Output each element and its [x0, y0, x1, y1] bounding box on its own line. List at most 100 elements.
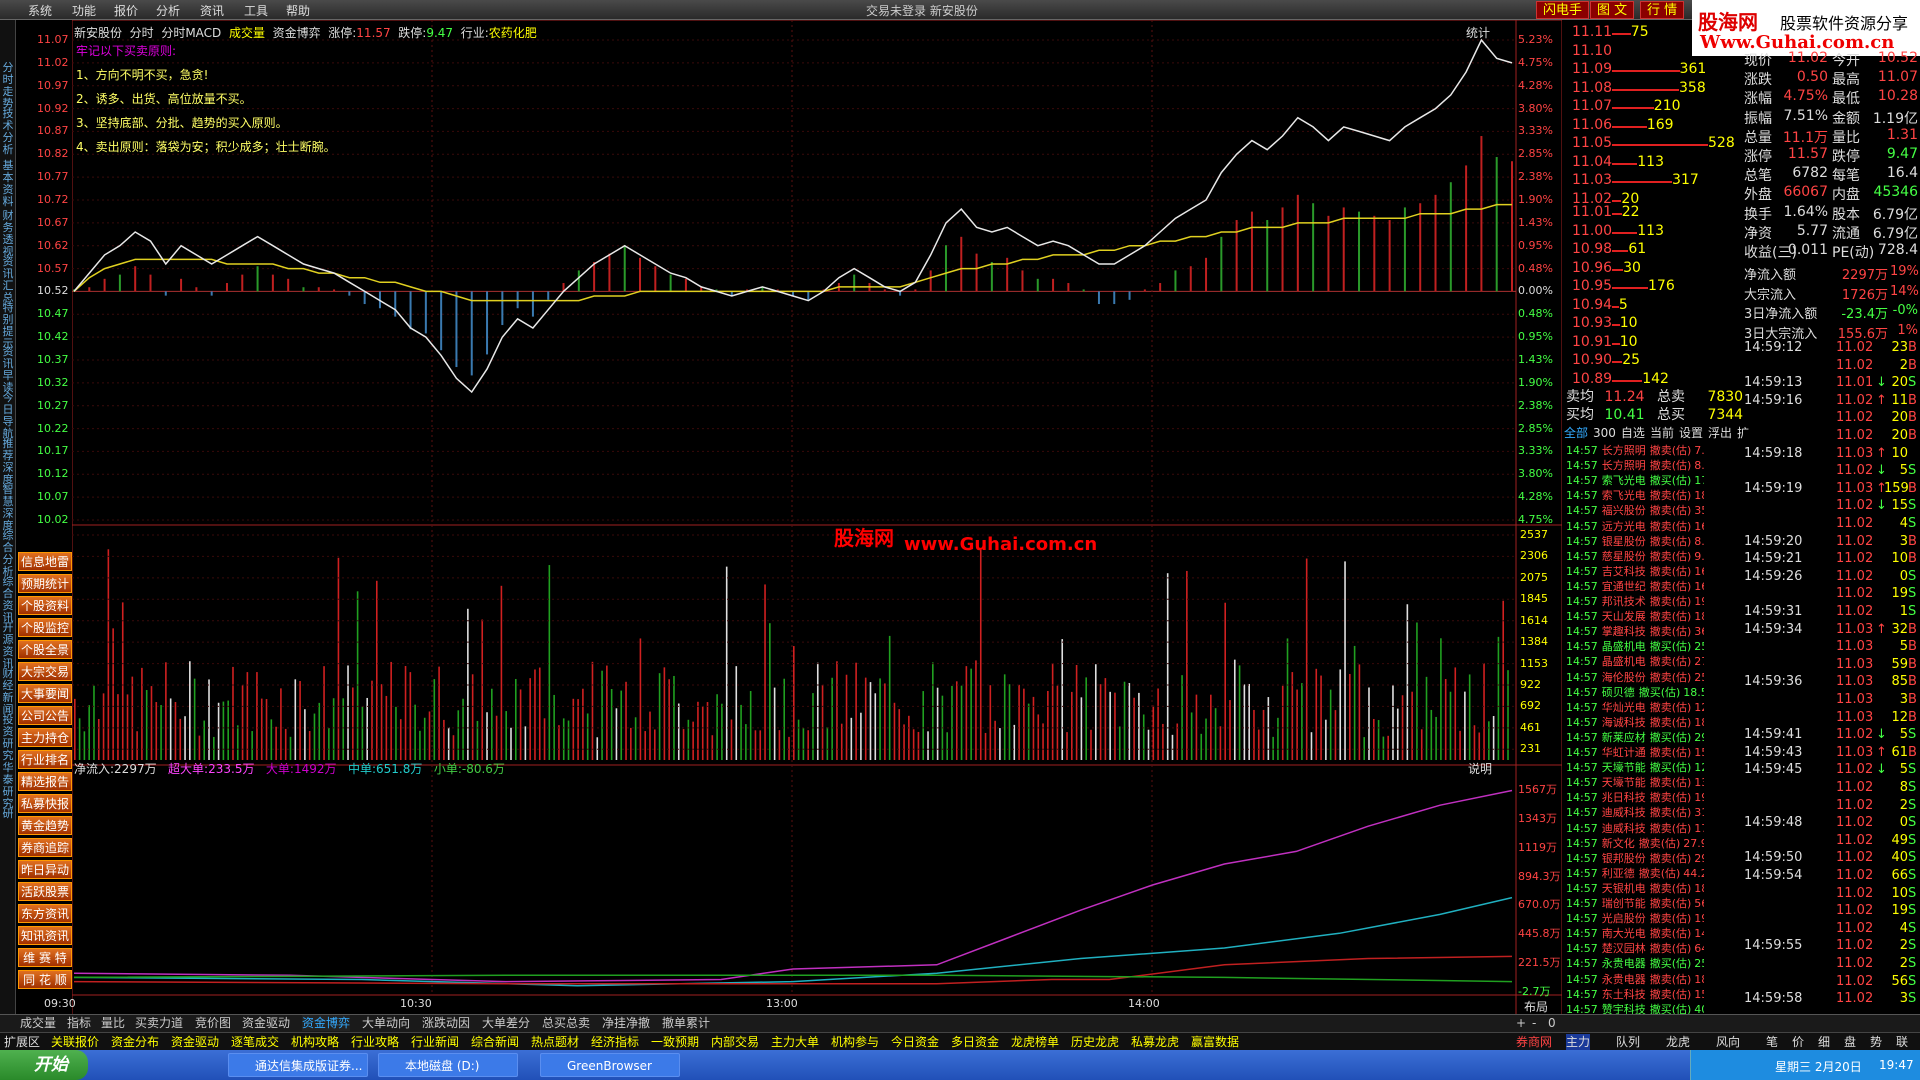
- right-panel-tab[interactable]: 笔: [1766, 1034, 1778, 1050]
- orderbook-row-sell[interactable]: 11.05 528: [1568, 135, 1735, 153]
- monitor-row[interactable]: 14:57晶盛机电撤买(估)25.58: [1566, 638, 1704, 654]
- zoom-button[interactable]: -: [1532, 1015, 1536, 1031]
- monitor-row[interactable]: 14:57慈星股份撤卖(估)9.010: [1566, 548, 1704, 564]
- orderbook-row-buy[interactable]: 11.00 113: [1568, 223, 1688, 241]
- monitor-row[interactable]: 14:57福兴股份撤卖(估)35.13: [1566, 502, 1704, 518]
- monitor-row[interactable]: 14:57永贵电器撤卖(估)18.04: [1566, 971, 1704, 987]
- extension-tab[interactable]: 行业攻略: [351, 1034, 399, 1050]
- left-side-button[interactable]: 主力持仓: [18, 728, 72, 747]
- monitor-row[interactable]: 14:57远方光电撤卖(估)16.37: [1566, 518, 1704, 534]
- orderbook-row-buy[interactable]: 10.93 10: [1568, 315, 1688, 333]
- orderbook-row-sell[interactable]: 11.03 317: [1568, 172, 1699, 190]
- left-tab[interactable]: 资讯汇总: [0, 256, 16, 304]
- extension-tab[interactable]: 资金驱动: [171, 1034, 219, 1050]
- left-side-button[interactable]: 同 花 顺: [18, 970, 72, 989]
- extension-tab[interactable]: 主力大单: [771, 1034, 819, 1050]
- industry-value[interactable]: 农药化肥: [489, 26, 537, 40]
- monitor-row[interactable]: 14:57掌趣科技撤卖(估)36.23: [1566, 623, 1704, 639]
- monitor-row[interactable]: 14:57南大光电撤卖(估)14.30: [1566, 925, 1704, 941]
- left-side-button[interactable]: 黄金趋势: [18, 816, 72, 835]
- extension-tab[interactable]: 关联报价: [51, 1034, 99, 1050]
- extension-tab[interactable]: 行业新闻: [411, 1034, 459, 1050]
- left-tab[interactable]: 财经新闻: [0, 668, 16, 716]
- indicator-tab[interactable]: 资金博弈: [302, 1015, 351, 1031]
- tab-fenshi-macd[interactable]: 分时MACD: [161, 26, 221, 40]
- left-tab[interactable]: 推荐深度: [0, 438, 16, 486]
- left-side-button[interactable]: 昨日异动: [18, 860, 72, 879]
- menu-quote[interactable]: 报价: [114, 2, 138, 19]
- menu-function[interactable]: 功能: [72, 2, 96, 19]
- left-tab[interactable]: 财务透视: [0, 210, 16, 258]
- left-tab[interactable]: 分时走势: [0, 62, 16, 110]
- monitor-tab[interactable]: 扩: [1737, 426, 1749, 440]
- market-button[interactable]: 行 情: [1640, 1, 1685, 19]
- orderbook-row-sell[interactable]: 11.10: [1568, 43, 1688, 61]
- monitor-row[interactable]: 14:57索飞光电撤买(估)17.97: [1566, 472, 1704, 488]
- menu-analysis[interactable]: 分析: [156, 2, 180, 19]
- stat-button[interactable]: 统计: [1466, 24, 1490, 41]
- extension-tab[interactable]: 今日资金: [891, 1034, 939, 1050]
- monitor-row[interactable]: 14:57天壕节能撤买(估)12.31: [1566, 759, 1704, 775]
- left-side-button[interactable]: 知讯资讯: [18, 926, 72, 945]
- left-side-button[interactable]: 私募快报: [18, 794, 72, 813]
- monitor-row[interactable]: 14:57新莱应材撤买(估)29.30: [1566, 729, 1704, 745]
- monitor-row[interactable]: 14:57晶盛机电撤卖(估)27.14: [1566, 653, 1704, 669]
- monitor-tab[interactable]: 自选: [1621, 426, 1645, 440]
- left-tab[interactable]: 特别提示: [0, 302, 16, 350]
- orderbook-row-sell[interactable]: 11.09 361: [1568, 61, 1706, 79]
- monitor-row[interactable]: 14:57硕贝德撤买(估)18.57: [1566, 684, 1704, 700]
- extension-tab[interactable]: 内部交易: [711, 1034, 759, 1050]
- monitor-tab[interactable]: 浮出: [1708, 426, 1732, 440]
- indicator-tab[interactable]: 净挂净撤: [602, 1015, 650, 1031]
- monitor-row[interactable]: 14:57天壕节能撤卖(估)13.00: [1566, 774, 1704, 790]
- left-side-button[interactable]: 大事要闻: [18, 684, 72, 703]
- left-tab[interactable]: 资讯早读: [0, 346, 16, 394]
- indicator-tab[interactable]: 成交量: [20, 1015, 56, 1031]
- extension-tab[interactable]: 经济指标: [591, 1034, 639, 1050]
- right-panel-tab[interactable]: 龙虎: [1666, 1034, 1690, 1050]
- monitor-row[interactable]: 14:57东土科技撤卖(估)15.10: [1566, 986, 1704, 1002]
- monitor-tab[interactable]: 全部: [1564, 426, 1588, 440]
- extension-tab[interactable]: 一致预期: [651, 1034, 699, 1050]
- indicator-tab[interactable]: 量比: [101, 1015, 125, 1031]
- left-tab[interactable]: 投资研究: [0, 714, 16, 762]
- orderbook-row-buy[interactable]: 10.95 176: [1568, 278, 1688, 296]
- monitor-row[interactable]: 14:57长方照明撤卖(估)7.778: [1566, 442, 1704, 458]
- flash-trade-button[interactable]: 闪电手: [1536, 1, 1590, 19]
- menu-info[interactable]: 资讯: [200, 2, 224, 19]
- tab-fenshi[interactable]: 分时: [130, 26, 154, 40]
- menu-system[interactable]: 系统: [28, 2, 52, 19]
- monitor-row[interactable]: 14:57天山发展撤卖(估)18.17: [1566, 608, 1704, 624]
- left-side-button[interactable]: 个股全景: [18, 640, 72, 659]
- monitor-tab[interactable]: 当前: [1650, 426, 1674, 440]
- monitor-row[interactable]: 14:57邦讯技术撤卖(估)19.99: [1566, 593, 1704, 609]
- left-side-button[interactable]: 信息地雷: [18, 552, 72, 571]
- orderbook-row-sell[interactable]: 11.07 210: [1568, 98, 1688, 116]
- menu-help[interactable]: 帮助: [286, 2, 310, 19]
- monitor-row[interactable]: 14:57索飞光电撤卖(估)18.97: [1566, 487, 1704, 503]
- layout-button[interactable]: 布局: [1524, 998, 1548, 1015]
- left-side-button[interactable]: 行业排名: [18, 750, 72, 769]
- tab-volume[interactable]: 成交量: [229, 26, 265, 40]
- right-panel-tab[interactable]: 细: [1818, 1034, 1830, 1050]
- left-side-button[interactable]: 维 赛 特: [18, 948, 72, 967]
- left-side-button[interactable]: 精选报告: [18, 772, 72, 791]
- orderbook-row-sell[interactable]: 11.06 169: [1568, 117, 1688, 135]
- right-panel-tab[interactable]: 价: [1792, 1034, 1804, 1050]
- monitor-row[interactable]: 14:57海伦股份撤卖(估)25.66: [1566, 669, 1704, 685]
- monitor-row[interactable]: 14:57吉艾科技撤卖(估)16.61: [1566, 563, 1704, 579]
- right-panel-tab[interactable]: 势: [1870, 1034, 1882, 1050]
- right-panel-tab[interactable]: 盘: [1844, 1034, 1856, 1050]
- monitor-tab[interactable]: 300: [1593, 426, 1616, 440]
- left-tab[interactable]: 综合资讯: [0, 576, 16, 624]
- left-side-button[interactable]: 东方资讯: [18, 904, 72, 923]
- extension-tab[interactable]: 热点题材: [531, 1034, 579, 1050]
- indicator-tab[interactable]: 大单动向: [362, 1015, 410, 1031]
- extension-tab[interactable]: 综合新闻: [471, 1034, 519, 1050]
- intraday-chart[interactable]: [72, 20, 1562, 1020]
- indicator-tab[interactable]: 涨跌动因: [422, 1015, 470, 1031]
- monitor-row[interactable]: 14:57华灿光电撤卖(估)12.50: [1566, 699, 1704, 715]
- orderbook-row-buy[interactable]: 10.96 30: [1568, 260, 1688, 278]
- monitor-row[interactable]: 14:57银星股份撤卖(估)8.370: [1566, 533, 1704, 549]
- indicator-tab[interactable]: 指标: [67, 1015, 91, 1031]
